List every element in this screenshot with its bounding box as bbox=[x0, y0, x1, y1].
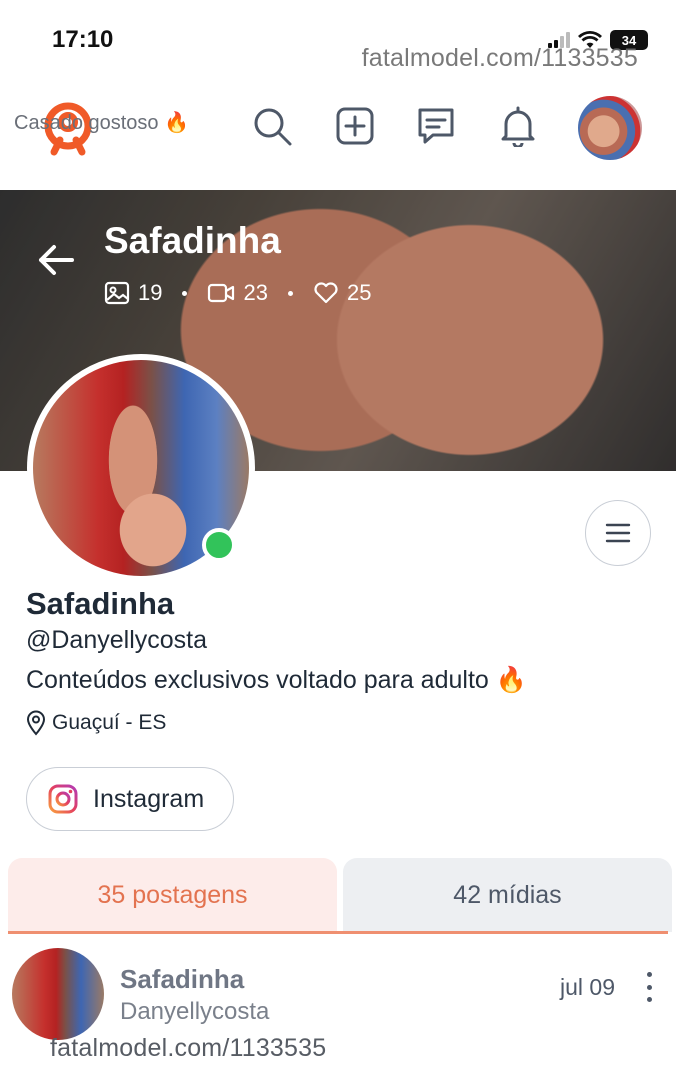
instagram-icon bbox=[48, 784, 78, 814]
add-post-icon bbox=[336, 107, 374, 145]
profile-handle: @Danyellycosta bbox=[26, 626, 208, 654]
post-avatar[interactable] bbox=[12, 948, 104, 1040]
hamburger-menu-icon bbox=[605, 523, 631, 543]
stat-separator bbox=[287, 290, 293, 296]
search-button[interactable] bbox=[250, 104, 294, 148]
status-bar: 17:10 34 fatalmodel.com/1133535 bbox=[0, 0, 676, 80]
stat-separator bbox=[182, 290, 188, 296]
location-pin-icon bbox=[26, 710, 46, 736]
likes-stat: 25 bbox=[313, 280, 371, 306]
profile-menu-button[interactable] bbox=[585, 500, 651, 566]
profile-location: Guaçuí - ES bbox=[26, 710, 166, 736]
image-icon bbox=[104, 281, 130, 305]
notifications-icon bbox=[501, 106, 535, 147]
active-tab-indicator bbox=[8, 931, 668, 934]
likes-count: 25 bbox=[346, 280, 372, 305]
status-time: 17:10 bbox=[52, 26, 114, 53]
instagram-button[interactable]: Instagram bbox=[26, 767, 234, 831]
photos-count: 19 bbox=[138, 280, 163, 305]
cover-title: Safadinha bbox=[104, 220, 281, 261]
messages-button[interactable] bbox=[414, 104, 458, 148]
back-arrow-icon bbox=[39, 245, 74, 275]
profile-name: Safadinha bbox=[26, 586, 175, 621]
post-more-options-icon[interactable] bbox=[638, 972, 660, 1002]
user-avatar[interactable] bbox=[578, 96, 642, 160]
tab-media[interactable]: 42 mídias bbox=[343, 858, 672, 932]
videos-stat: 23 bbox=[207, 280, 268, 306]
video-icon bbox=[208, 283, 235, 303]
instagram-label: Instagram bbox=[93, 784, 205, 813]
messages-icon bbox=[418, 108, 454, 144]
location-text: Guaçuí - ES bbox=[52, 711, 167, 734]
post-date: jul 09 bbox=[560, 974, 615, 1000]
app-header bbox=[0, 90, 676, 180]
online-status-indicator bbox=[202, 528, 236, 562]
photos-stat: 19 bbox=[104, 280, 162, 306]
tab-posts[interactable]: 35 postagens bbox=[8, 858, 337, 932]
profile-bio: Conteúdos exclusivos voltado para adulto… bbox=[26, 666, 527, 694]
post-author-name[interactable]: Safadinha bbox=[120, 964, 244, 995]
videos-count: 23 bbox=[243, 280, 268, 305]
watermark-top: fatalmodel.com/1133535 bbox=[361, 44, 638, 72]
post-caption: Casado gostoso 🔥 bbox=[14, 112, 189, 134]
search-icon bbox=[254, 108, 292, 146]
cover-stats: 19 23 25 bbox=[104, 280, 371, 306]
back-button[interactable] bbox=[30, 238, 82, 282]
watermark-bottom: fatalmodel.com/1133535 bbox=[50, 1034, 327, 1062]
heart-icon bbox=[314, 282, 338, 304]
notifications-button[interactable] bbox=[496, 104, 540, 148]
add-post-button[interactable] bbox=[333, 104, 377, 148]
post-author-handle: Danyellycosta bbox=[120, 998, 270, 1025]
